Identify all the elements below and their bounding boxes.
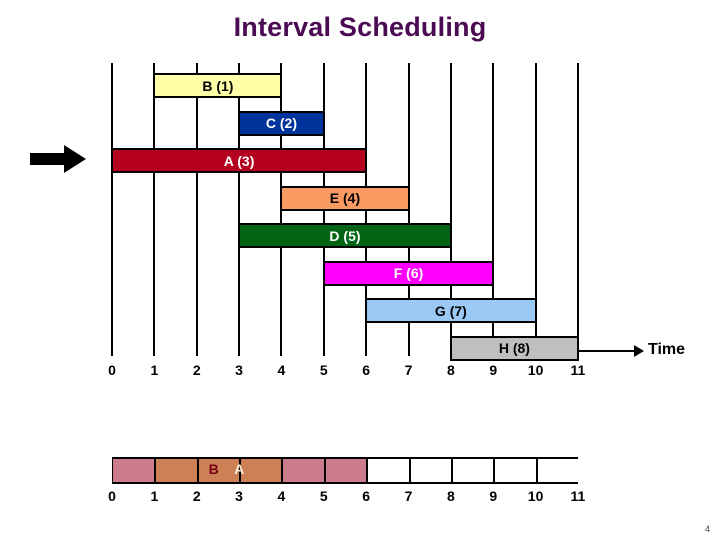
schedule-divider — [323, 459, 326, 482]
interval-bar: G (7) — [365, 298, 537, 323]
interval-bar-label: G (7) — [434, 302, 467, 319]
grid-line — [111, 63, 113, 356]
axis-tick-label: 3 — [235, 362, 243, 378]
axis-tick-label: 1 — [150, 362, 159, 378]
axis-tick-label: 9 — [489, 362, 498, 378]
interval-bar-label: E (4) — [329, 190, 361, 206]
interval-bar: B (1) — [153, 73, 283, 98]
axis-tick-label: 0 — [108, 362, 116, 378]
grid-line — [576, 63, 579, 356]
schedule-tick-label: 10 — [527, 488, 544, 504]
time-axis-line — [578, 350, 638, 352]
interval-bar-label: H (8) — [498, 340, 530, 356]
axis-tick-label: 5 — [319, 362, 328, 378]
interval-scheduling-chart: B (1) C (2) A (3) E (4) D (5) F (6) G (7) H (8)… — [0, 0, 720, 540]
schedule-segment — [536, 459, 579, 482]
axis-tick-label: 2 — [192, 362, 201, 378]
schedule-divider — [408, 459, 411, 482]
interval-bar: E (4) — [280, 185, 410, 211]
schedule-segment — [282, 459, 325, 482]
schedule-tick-label: 1 — [150, 488, 159, 504]
time-axis-label: Time — [648, 341, 686, 358]
interval-bar: H (8) — [449, 335, 579, 361]
schedule-segment — [409, 459, 452, 482]
schedule-segment — [367, 459, 410, 482]
schedule-tick-label: 3 — [235, 488, 243, 504]
grid-line — [238, 63, 241, 356]
schedule-divider — [281, 459, 284, 482]
right-arrow-icon — [634, 345, 644, 357]
schedule-divider — [450, 459, 453, 482]
schedule-divider — [493, 459, 496, 482]
schedule-tick-label: 6 — [362, 488, 371, 504]
axis-tick-label: 4 — [277, 362, 286, 378]
schedule-segment — [324, 459, 368, 482]
axis-tick-label: 10 — [527, 362, 544, 378]
schedule-tick-label: 5 — [319, 488, 328, 504]
grid-line — [153, 63, 156, 356]
interval-bar-label: F (6) — [393, 265, 424, 281]
interval-bar: A (3) — [111, 148, 368, 173]
schedule-annotation: B — [208, 461, 219, 477]
schedule-tick-label: 2 — [192, 488, 201, 504]
schedule-divider — [535, 459, 538, 482]
interval-bar: D (5) — [238, 223, 452, 248]
axis-tick-label: 6 — [362, 362, 371, 378]
schedule-segment — [155, 459, 283, 482]
schedule-segment — [494, 459, 537, 482]
interval-bar-label: B (1) — [202, 77, 234, 94]
interval-bar: F (6) — [322, 260, 495, 286]
schedule-tick-label: 9 — [489, 488, 498, 504]
schedule-divider — [154, 459, 157, 482]
interval-bar-label: C (2) — [265, 115, 297, 131]
interval-bar-label: A (3) — [223, 152, 255, 169]
schedule-tick-label: 7 — [404, 488, 413, 504]
right-arrow-icon — [30, 145, 86, 173]
axis-tick-label: 11 — [570, 362, 586, 378]
interval-bar-label: D (5) — [329, 227, 361, 244]
schedule-tick-label: 11 — [570, 488, 586, 504]
grid-line — [195, 63, 198, 356]
schedule-tick-label: 0 — [108, 488, 116, 504]
schedule-annotation: A — [234, 461, 245, 477]
schedule-divider — [196, 459, 199, 482]
interval-bar: C (2) — [238, 110, 325, 136]
axis-tick-label: 7 — [404, 362, 413, 378]
schedule-tick-label: 8 — [446, 488, 455, 504]
schedule-segment — [451, 459, 495, 482]
page-number: 4 — [704, 524, 710, 534]
schedule-strip — [112, 457, 579, 484]
schedule-divider — [366, 459, 369, 482]
axis-tick-label: 8 — [446, 362, 455, 378]
schedule-segment — [113, 459, 156, 482]
schedule-tick-label: 4 — [277, 488, 286, 504]
